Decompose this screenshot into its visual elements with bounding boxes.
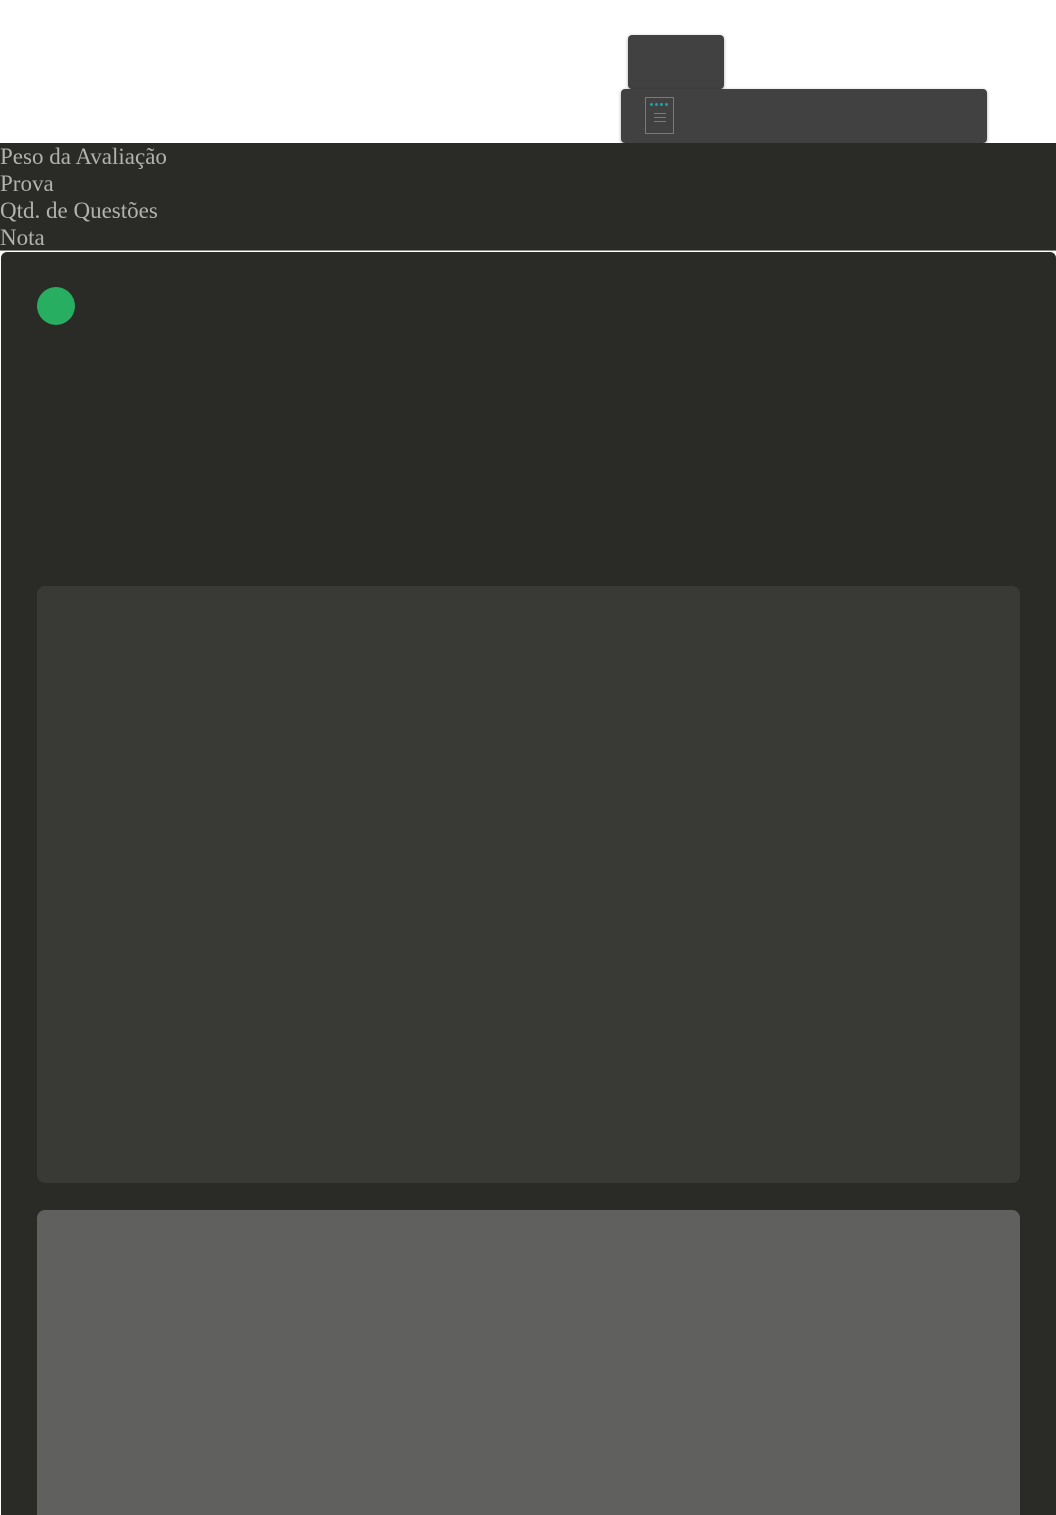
question-count-label: Qtd. de Questões xyxy=(0,198,158,223)
form-icon-line xyxy=(654,113,666,114)
form-icon-line xyxy=(654,117,666,118)
grade-label: Nota xyxy=(0,225,45,250)
floating-toolbar[interactable] xyxy=(621,89,987,143)
floating-tab[interactable] xyxy=(628,35,724,89)
evaluation-header: Peso da Avaliação Prova Qtd. de Questões… xyxy=(0,143,1056,251)
content-card xyxy=(37,586,1020,1183)
form-icon[interactable] xyxy=(645,97,674,134)
status-indicator xyxy=(37,287,75,325)
footer-card xyxy=(37,1210,1020,1515)
form-icon-dots xyxy=(650,103,668,106)
exam-label: Prova xyxy=(0,171,54,196)
main-panel xyxy=(1,252,1056,1515)
form-icon-line xyxy=(654,121,666,122)
evaluation-weight-label: Peso da Avaliação xyxy=(0,144,167,169)
